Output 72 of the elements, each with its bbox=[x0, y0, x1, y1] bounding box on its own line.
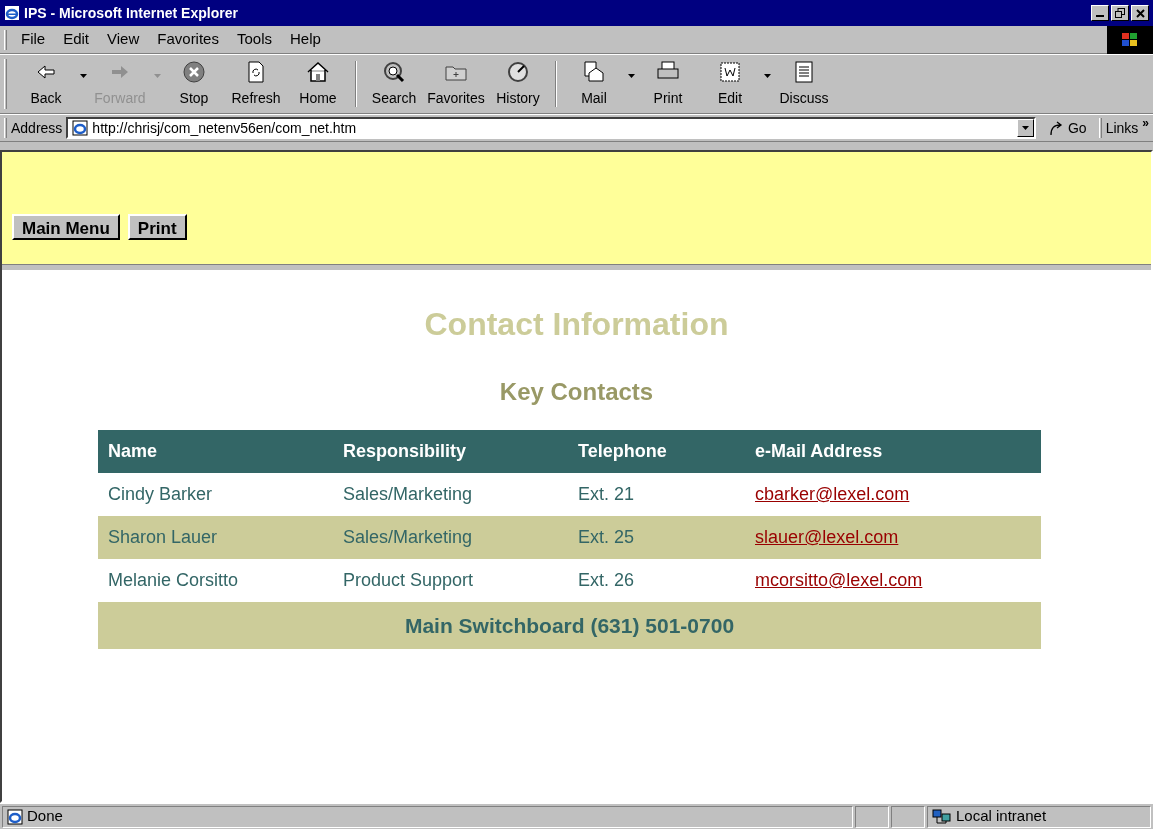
status-panel bbox=[855, 805, 889, 828]
edit-document-icon bbox=[718, 60, 742, 84]
toolbar-button[interactable]: Refresh bbox=[225, 58, 287, 110]
table-cell: Product Support bbox=[333, 559, 568, 602]
go-button[interactable]: Go bbox=[1039, 117, 1095, 139]
table-cell: Sales/Marketing bbox=[333, 516, 568, 559]
toolbar-button[interactable]: Home bbox=[287, 58, 349, 110]
curved-arrow-icon bbox=[1047, 120, 1064, 136]
menu-item[interactable]: File bbox=[15, 28, 52, 51]
menu-item[interactable]: Tools bbox=[230, 28, 278, 51]
column-header: Telephone bbox=[568, 430, 745, 473]
menu-item[interactable]: Favorites bbox=[151, 28, 225, 51]
zone-text: Local intranet bbox=[956, 806, 1047, 827]
minimize-button[interactable] bbox=[1091, 5, 1109, 21]
browser-logo-icon bbox=[4, 5, 20, 21]
links-button[interactable]: Links » bbox=[1105, 117, 1153, 139]
page-icon bbox=[72, 120, 89, 136]
table-cell: Sales/Marketing bbox=[333, 473, 568, 516]
switchboard-footer: Main Switchboard (631) 501-0700 bbox=[98, 602, 1041, 649]
caret-icon bbox=[1021, 126, 1029, 130]
page-button[interactable]: Main Menu bbox=[12, 214, 120, 240]
page-icon bbox=[7, 808, 23, 825]
caret-icon bbox=[627, 74, 635, 78]
address-label: Address bbox=[11, 118, 63, 138]
table-cell: Ext. 26 bbox=[568, 559, 745, 602]
page-title: Contact Information bbox=[424, 305, 729, 344]
email-link[interactable]: cbarker@lexel.com bbox=[755, 484, 910, 504]
caret-icon bbox=[153, 74, 161, 78]
home-icon bbox=[306, 60, 330, 84]
status-panel bbox=[891, 805, 925, 828]
toolbar-button[interactable]: Discuss bbox=[773, 58, 835, 110]
minimize-icon bbox=[1096, 15, 1104, 17]
mail-icon bbox=[582, 60, 606, 84]
search-icon bbox=[382, 60, 406, 84]
table-cell: Melanie Corsitto bbox=[98, 559, 333, 602]
history-icon bbox=[506, 60, 530, 84]
status-text: Done bbox=[27, 806, 63, 827]
column-header: e-Mail Address bbox=[745, 430, 1041, 473]
table-cell: Sharon Lauer bbox=[98, 516, 333, 559]
page-button[interactable]: Print bbox=[127, 214, 187, 240]
menu-item[interactable]: Edit bbox=[57, 28, 96, 51]
document-icon bbox=[792, 60, 816, 84]
column-header: Name bbox=[98, 430, 333, 473]
column-header: Responsibility bbox=[333, 430, 568, 473]
network-icon bbox=[932, 808, 952, 825]
toolbar-button[interactable]: Stop bbox=[163, 58, 225, 110]
toolbar-button[interactable]: Back bbox=[15, 58, 77, 110]
caret-icon bbox=[763, 74, 771, 78]
close-icon bbox=[1135, 8, 1145, 18]
toolbar-button[interactable]: Edit bbox=[699, 58, 761, 110]
section-heading: Key Contacts bbox=[499, 377, 654, 407]
toolbar-button[interactable]: Mail bbox=[563, 58, 625, 110]
caret-icon bbox=[79, 74, 87, 78]
stop-icon bbox=[182, 60, 206, 84]
table-cell: Ext. 25 bbox=[568, 516, 745, 559]
toolbar-button[interactable]: Print bbox=[637, 58, 699, 110]
table-cell: Cindy Barker bbox=[98, 473, 333, 516]
table-cell: Ext. 21 bbox=[568, 473, 745, 516]
close-button[interactable] bbox=[1131, 5, 1149, 21]
dropdown-button[interactable] bbox=[1016, 119, 1034, 137]
email-link[interactable]: mcorsitto@lexel.com bbox=[755, 570, 923, 590]
toolbar-button[interactable]: Search bbox=[363, 58, 425, 110]
windows-logo-icon bbox=[1120, 30, 1140, 49]
restore-button[interactable] bbox=[1111, 5, 1129, 21]
menu-item[interactable]: View bbox=[101, 28, 146, 51]
menu-item[interactable]: Help bbox=[284, 28, 327, 51]
toolbar-button[interactable]: Favorites bbox=[425, 58, 487, 110]
toolbar-button[interactable]: History bbox=[487, 58, 549, 110]
window-title: IPS - Microsoft Internet Explorer bbox=[24, 3, 239, 23]
address-field[interactable]: http://chrisj/com_netenv56en/com_net.htm bbox=[66, 117, 1036, 139]
email-link[interactable]: slauer@lexel.com bbox=[755, 527, 899, 547]
restore-icon bbox=[1115, 8, 1125, 18]
